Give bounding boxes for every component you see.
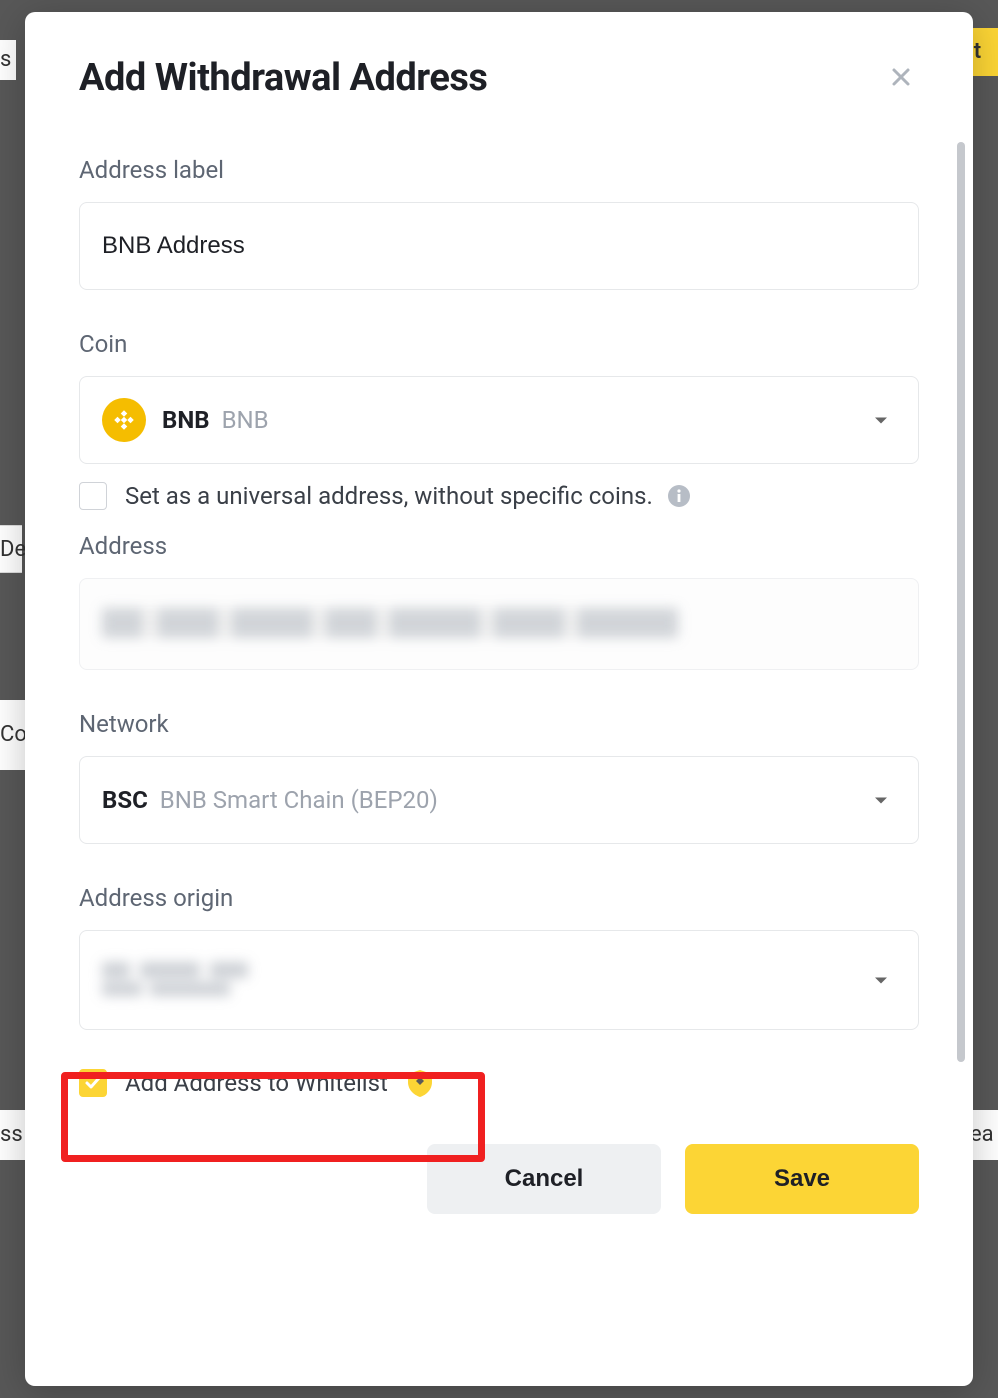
address-label-input[interactable]	[79, 202, 919, 290]
bnb-icon	[102, 398, 146, 442]
field-address-origin: Address origin	[79, 884, 919, 1030]
label-coin: Coin	[79, 330, 919, 358]
field-coin: Coin BNB BNB	[79, 330, 919, 510]
modal-title: Add Withdrawal Address	[79, 56, 487, 100]
network-select[interactable]: BSC BNB Smart Chain (BEP20)	[79, 756, 919, 844]
close-button[interactable]	[883, 60, 919, 96]
field-address: Address	[79, 532, 919, 670]
whitelist-label: Add Address to Whitelist	[125, 1069, 388, 1097]
redacted-origin-value	[102, 962, 248, 998]
chevron-down-icon	[874, 791, 888, 810]
network-symbol: BSC	[102, 786, 148, 814]
add-withdrawal-address-modal: Add Withdrawal Address Address label Coi…	[25, 12, 973, 1386]
scrollbar[interactable]	[957, 142, 965, 1062]
redacted-address-value	[102, 597, 896, 649]
network-name: BNB Smart Chain (BEP20)	[160, 786, 438, 814]
info-icon[interactable]	[667, 484, 691, 508]
address-input[interactable]	[79, 578, 919, 670]
field-network: Network BSC BNB Smart Chain (BEP20)	[79, 710, 919, 844]
coin-symbol: BNB	[162, 406, 210, 434]
label-address-label: Address label	[79, 156, 919, 184]
chevron-down-icon	[874, 411, 888, 430]
whitelist-row: Add Address to Whitelist	[79, 1058, 919, 1108]
universal-address-label: Set as a universal address, without spec…	[125, 482, 653, 510]
label-address: Address	[79, 532, 919, 560]
universal-address-checkbox[interactable]	[79, 482, 107, 510]
shield-icon	[406, 1068, 434, 1098]
label-address-origin: Address origin	[79, 884, 919, 912]
field-address-label: Address label	[79, 156, 919, 290]
save-button[interactable]: Save	[685, 1144, 919, 1214]
coin-select[interactable]: BNB BNB	[79, 376, 919, 464]
close-icon	[889, 65, 913, 92]
cancel-button[interactable]: Cancel	[427, 1144, 661, 1214]
coin-name: BNB	[222, 406, 269, 434]
whitelist-checkbox[interactable]	[79, 1069, 107, 1097]
chevron-down-icon	[874, 971, 888, 990]
label-network: Network	[79, 710, 919, 738]
address-origin-select[interactable]	[79, 930, 919, 1030]
